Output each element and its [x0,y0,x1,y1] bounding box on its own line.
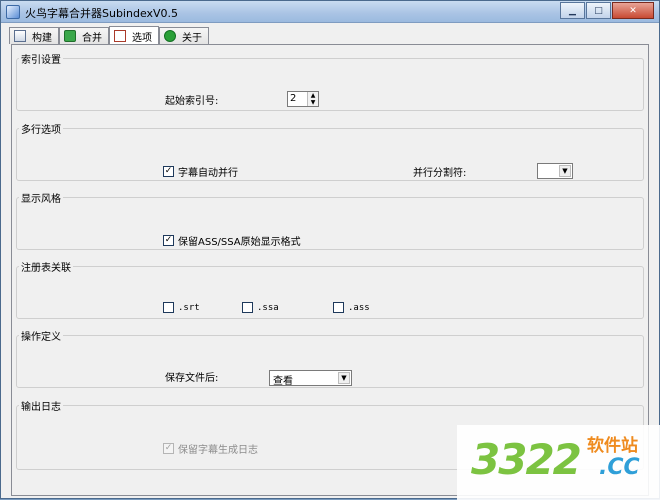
keep-log-checkbox[interactable]: ✓ [163,443,174,454]
srt-row[interactable]: .srt [163,302,200,313]
title-bar: 火鸟字幕合并器SubindexV0.5 ▁ □ ✕ [1,1,659,23]
tab-options[interactable]: 选项 [109,26,159,45]
auto-merge-row[interactable]: ✓ 字幕自动并行 [163,164,238,179]
close-button[interactable]: ✕ [612,2,654,19]
tab-strip: 构建 合并 选项 关于 [9,26,209,45]
keep-log-row[interactable]: ✓ 保留字幕生成日志 [163,441,258,456]
watermark-number: 3322 [471,435,582,484]
keep-format-checkbox[interactable]: ✓ [163,235,174,246]
after-save-row: 保存文件后: [165,369,218,384]
index-group: 索引设置 起始索引号: 2 ▲ ▼ [16,51,644,111]
merge-icon [64,30,76,42]
registry-group: 注册表关联 .srt .ssa .ass [16,259,644,319]
start-index-label: 起始索引号: [165,96,219,107]
spinner-arrows-icon[interactable]: ▲ ▼ [307,92,318,106]
start-index-spinner-row: 2 ▲ ▼ [287,91,319,107]
after-save-select-row: 查看 ▼ [269,370,352,387]
multiline-group-title: 多行选项 [21,125,61,136]
keep-log-label: 保留字幕生成日志 [178,445,258,456]
tab-build-label: 构建 [32,32,52,44]
watermark-top-text: 软件站 [587,436,638,456]
ssa-row[interactable]: .ssa [242,302,279,313]
app-icon [6,5,20,19]
start-index-spinner[interactable]: 2 ▲ ▼ [287,91,319,107]
style-group-title: 显示风格 [21,194,61,205]
registry-group-title: 注册表关联 [21,263,71,274]
ssa-checkbox[interactable] [242,302,253,313]
start-index-row: 起始索引号: [165,92,218,107]
ssa-label: .ssa [257,302,279,313]
after-save-label: 保存文件后: [165,373,219,384]
action-group-title: 操作定义 [21,332,61,343]
srt-checkbox[interactable] [163,302,174,313]
tab-merge-label: 合并 [82,32,102,44]
tab-build[interactable]: 构建 [9,27,59,44]
start-index-value: 2 [290,93,297,104]
ass-row[interactable]: .ass [333,302,370,313]
tab-about[interactable]: 关于 [159,27,209,44]
app-window: 火鸟字幕合并器SubindexV0.5 ▁ □ ✕ 构建 合并 选项 关于 索引… [0,0,660,500]
separator-label: 并行分割符: [413,168,467,179]
chevron-down-icon[interactable]: ▼ [559,165,571,177]
window-controls: ▁ □ ✕ [559,2,654,19]
separator-row: 并行分割符: [413,164,466,179]
log-group-title: 输出日志 [21,402,61,413]
ass-label: .ass [348,302,370,313]
options-icon [114,30,126,42]
maximize-button[interactable]: □ [586,2,611,19]
separator-select-row: ▼ [537,163,573,179]
keep-format-label: 保留ASS/SSA原始显示格式 [178,237,301,248]
keep-format-row[interactable]: ✓ 保留ASS/SSA原始显示格式 [163,233,301,248]
style-group: 显示风格 ✓ 保留ASS/SSA原始显示格式 [16,190,644,250]
chevron-down-icon[interactable]: ▼ [338,372,350,384]
window-title: 火鸟字幕合并器SubindexV0.5 [25,7,179,20]
document-icon [14,30,26,42]
tab-about-label: 关于 [182,32,202,44]
minimize-button[interactable]: ▁ [560,2,585,19]
auto-merge-checkbox[interactable]: ✓ [163,166,174,177]
info-icon [164,30,176,42]
multiline-group: 多行选项 ✓ 字幕自动并行 并行分割符: ▼ [16,121,644,181]
index-group-title: 索引设置 [21,55,61,66]
tab-merge[interactable]: 合并 [59,27,109,44]
ass-checkbox[interactable] [333,302,344,313]
srt-label: .srt [178,302,200,313]
action-group: 操作定义 保存文件后: 查看 ▼ [16,328,644,388]
after-save-value: 查看 [273,376,293,387]
separator-select[interactable]: ▼ [537,163,573,179]
auto-merge-label: 字幕自动并行 [178,168,238,179]
watermark: 3322 软件站 .CC [457,425,660,500]
tab-options-label: 选项 [132,32,152,44]
watermark-domain: .CC [599,455,640,480]
after-save-select[interactable]: 查看 ▼ [269,370,352,387]
